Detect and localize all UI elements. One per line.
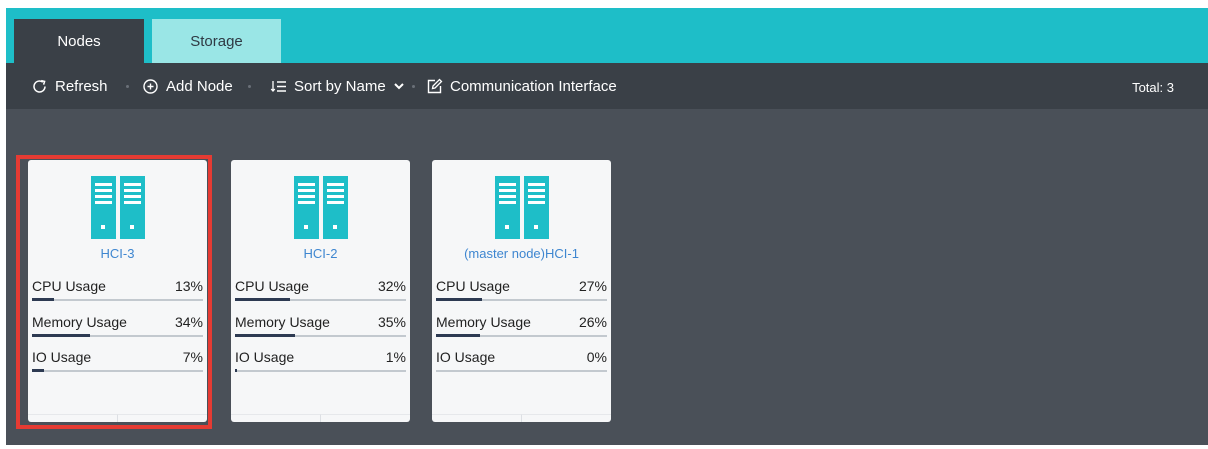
memory-usage-metric: Memory Usage 26% [436, 314, 607, 354]
metric-value: 27% [578, 278, 607, 294]
tab-storage[interactable]: Storage [152, 19, 281, 63]
total-count: Total: 3 [1132, 79, 1174, 95]
io-usage-metric: IO Usage 1% [235, 349, 406, 389]
progress-track [436, 370, 607, 372]
refresh-button[interactable]: Refresh [31, 63, 108, 109]
metric-label: Memory Usage [235, 314, 330, 330]
sort-by-name-dropdown[interactable]: Sort by Name [270, 63, 405, 109]
progress-track [235, 369, 406, 372]
metric-label: IO Usage [32, 349, 92, 365]
server-icon [91, 176, 145, 239]
chevron-down-icon [393, 83, 404, 90]
progress-track [235, 334, 406, 337]
metric-value: 26% [578, 314, 607, 330]
node-name[interactable]: HCI-2 [231, 246, 410, 261]
cpu-usage-metric: CPU Usage 32% [235, 278, 406, 318]
progress-fill [32, 298, 55, 301]
node-card[interactable]: HCI-3 CPU Usage 13% Memory Usage 34% IO … [28, 160, 207, 422]
metric-value: 35% [377, 314, 406, 330]
node-card[interactable]: HCI-2 CPU Usage 32% Memory Usage 35% IO … [231, 160, 410, 422]
server-icon [495, 176, 549, 239]
communication-interface-label: Communication Interface [450, 77, 617, 95]
metric-label: CPU Usage [235, 278, 309, 294]
progress-track [436, 298, 607, 301]
separator [126, 85, 129, 88]
metric-value: 7% [182, 349, 203, 365]
progress-fill [436, 334, 481, 337]
progress-track [436, 334, 607, 337]
progress-track [32, 369, 203, 372]
separator [248, 85, 251, 88]
metric-value: 32% [377, 278, 406, 294]
add-node-label: Add Node [166, 77, 233, 95]
sort-icon [270, 80, 286, 92]
node-name[interactable]: HCI-3 [28, 246, 207, 261]
toolbar: Refresh Add Node Sort by Name Communicat… [6, 63, 1208, 109]
metric-label: IO Usage [235, 349, 295, 365]
metric-value: 1% [385, 349, 406, 365]
node-name[interactable]: (master node)HCI-1 [432, 246, 611, 261]
refresh-label: Refresh [55, 77, 108, 95]
progress-fill [235, 298, 290, 301]
add-circle-icon [143, 78, 158, 94]
progress-fill [32, 369, 44, 372]
sort-label: Sort by Name [294, 77, 386, 95]
memory-usage-metric: Memory Usage 34% [32, 314, 203, 354]
communication-interface-button[interactable]: Communication Interface [426, 63, 617, 109]
memory-usage-metric: Memory Usage 35% [235, 314, 406, 354]
metric-value: 0% [586, 349, 607, 365]
metric-value: 34% [174, 314, 203, 330]
cpu-usage-metric: CPU Usage 13% [32, 278, 203, 318]
cpu-usage-metric: CPU Usage 27% [436, 278, 607, 318]
metric-label: IO Usage [436, 349, 496, 365]
io-usage-metric: IO Usage 0% [436, 349, 607, 389]
separator [412, 85, 415, 88]
metric-label: CPU Usage [436, 278, 510, 294]
progress-fill [235, 334, 295, 337]
card-footer [231, 414, 410, 422]
metric-label: CPU Usage [32, 278, 106, 294]
metric-value: 13% [174, 278, 203, 294]
card-footer [28, 414, 207, 422]
progress-fill [235, 369, 237, 372]
edit-icon [427, 78, 443, 93]
io-usage-metric: IO Usage 7% [32, 349, 203, 389]
progress-fill [32, 334, 91, 337]
tab-nodes[interactable]: Nodes [14, 19, 144, 63]
progress-track [235, 298, 406, 301]
server-icon [294, 176, 348, 239]
metric-label: Memory Usage [32, 314, 127, 330]
metric-label: Memory Usage [436, 314, 531, 330]
tab-bar: Nodes Storage [6, 8, 1208, 63]
progress-track [32, 298, 203, 301]
node-card[interactable]: (master node)HCI-1 CPU Usage 27% Memory … [432, 160, 611, 422]
card-footer [432, 414, 611, 422]
add-node-button[interactable]: Add Node [142, 63, 233, 109]
refresh-icon [33, 79, 46, 93]
app-frame: Nodes Storage Refresh Add Node Sort by N… [6, 8, 1208, 445]
progress-track [32, 334, 203, 337]
progress-fill [436, 298, 483, 301]
